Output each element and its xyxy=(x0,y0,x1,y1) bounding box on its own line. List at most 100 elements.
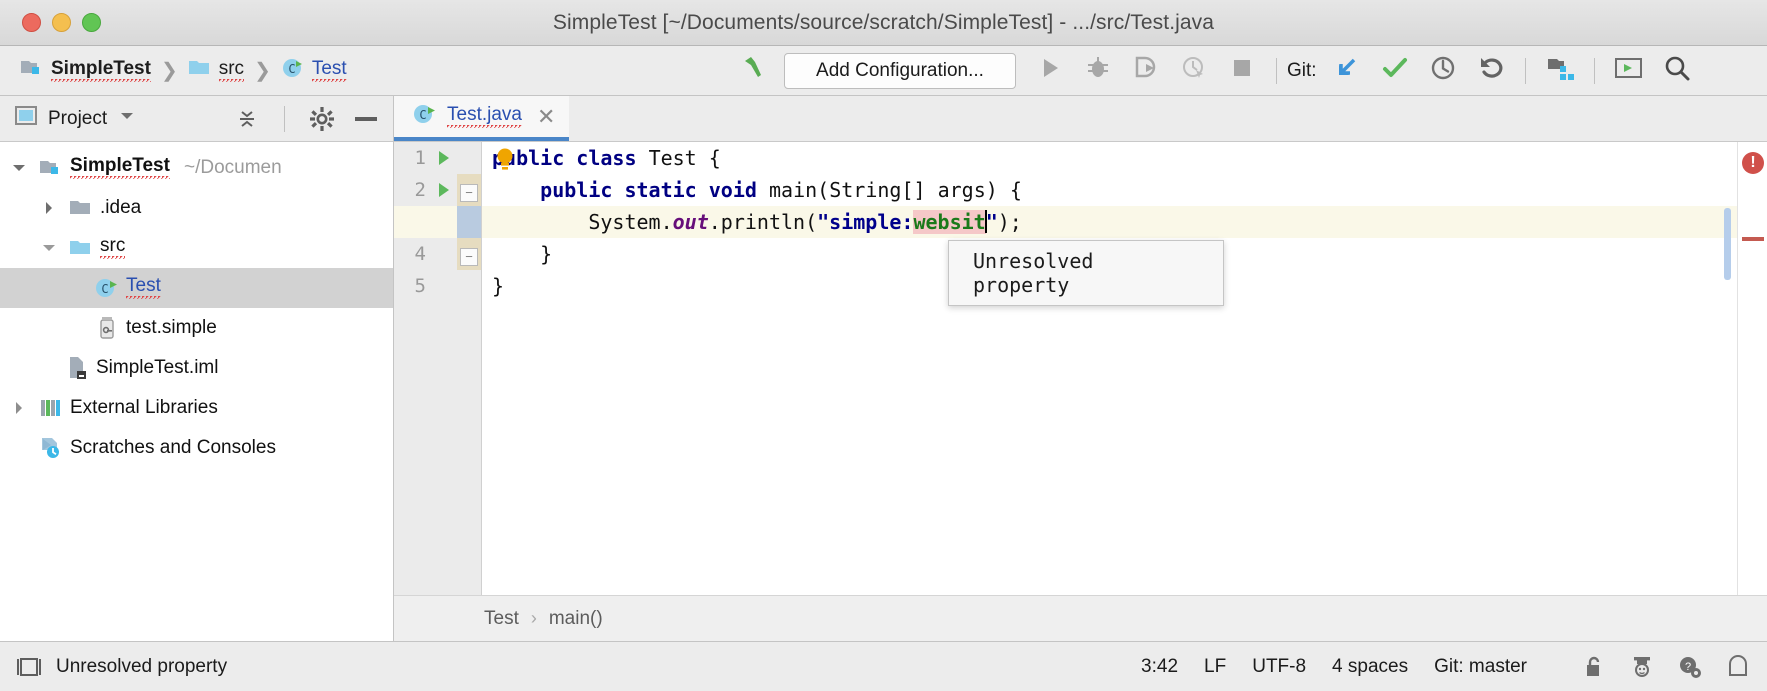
unresolved-property-value: websit xyxy=(913,210,986,234)
run-with-coverage-button[interactable] xyxy=(1122,49,1170,93)
run-configuration-label: Add Configuration... xyxy=(816,59,984,81)
chevron-right-icon[interactable] xyxy=(6,400,32,416)
breadcrumb-separator-icon: › xyxy=(530,608,537,628)
project-panel-title: Project xyxy=(48,107,108,129)
chevron-down-icon[interactable] xyxy=(6,162,32,174)
chevron-right-icon[interactable] xyxy=(36,200,62,216)
close-window-button[interactable] xyxy=(22,13,41,32)
git-commit-button[interactable] xyxy=(1371,49,1419,93)
fold-marker-close[interactable]: − xyxy=(460,248,478,266)
hide-panel-button[interactable] xyxy=(349,104,383,134)
tree-node-idea[interactable]: .idea xyxy=(0,188,393,228)
breadcrumb-item-class[interactable]: C Test xyxy=(277,54,351,87)
editor-breadcrumb: Test › main() xyxy=(394,595,1767,641)
code-line-2: public static void main(String[] args) { xyxy=(482,174,1737,206)
toolbar-divider xyxy=(1276,57,1277,84)
breadcrumb-item-src[interactable]: src xyxy=(184,56,248,86)
collapse-all-button[interactable] xyxy=(230,104,264,134)
event-log-icon[interactable]: ? xyxy=(1677,654,1703,680)
folder-icon xyxy=(66,198,96,218)
lightbulb-icon[interactable] xyxy=(492,144,518,174)
tree-node-iml[interactable]: SimpleTest.iml xyxy=(0,348,393,388)
git-rollback-button[interactable] xyxy=(1467,49,1515,93)
editor-scroll-thumb[interactable] xyxy=(1724,208,1731,280)
breadcrumb-method[interactable]: main() xyxy=(549,608,603,630)
tree-node-external-libraries[interactable]: External Libraries xyxy=(0,388,393,428)
minimize-window-button[interactable] xyxy=(52,13,71,32)
build-button[interactable] xyxy=(730,49,778,93)
search-everywhere-button[interactable] xyxy=(1653,49,1701,93)
line-separator[interactable]: LF xyxy=(1204,656,1226,678)
show-tool-windows-icon[interactable] xyxy=(16,654,42,680)
chevron-down-icon[interactable] xyxy=(117,109,137,128)
editor-tab-test-java[interactable]: C Test.java ✕ xyxy=(394,96,570,141)
project-structure-button[interactable] xyxy=(1536,49,1584,93)
svg-text:?: ? xyxy=(1685,661,1691,673)
close-icon[interactable]: ✕ xyxy=(531,104,555,130)
run-gutter-icon[interactable] xyxy=(430,181,458,199)
file-encoding[interactable]: UTF-8 xyxy=(1252,656,1306,678)
main-content: Project SimpleTest ~/Documen .idea src C… xyxy=(0,96,1767,641)
error-marker-tick[interactable] xyxy=(1742,237,1764,241)
memory-indicator-icon[interactable] xyxy=(1725,654,1751,680)
profiler-button[interactable] xyxy=(1170,49,1218,93)
error-marker-stripe[interactable]: ! xyxy=(1724,142,1767,595)
tree-node-src[interactable]: src xyxy=(0,228,393,268)
run-configuration-selector[interactable]: Add Configuration... xyxy=(784,52,1016,89)
statement-tail: ); xyxy=(997,210,1022,234)
gutter-line-1: 1 xyxy=(394,142,481,174)
iml-file-icon xyxy=(62,355,92,381)
git-branch-widget[interactable]: Git: master xyxy=(1434,656,1527,678)
tree-label-simpletest: SimpleTest xyxy=(70,155,170,181)
caret-position[interactable]: 3:42 xyxy=(1141,656,1178,678)
commit-icon xyxy=(1381,54,1409,87)
hammer-icon xyxy=(739,53,769,88)
code-editor[interactable]: 1 2 3 4 xyxy=(394,142,1767,595)
fold-marker-open[interactable]: − xyxy=(460,184,478,202)
editor-gutter[interactable]: 1 2 3 4 xyxy=(394,142,482,595)
project-panel-header: Project xyxy=(0,96,393,142)
breadcrumb-separator: ❯ xyxy=(254,60,271,82)
chevron-down-icon[interactable] xyxy=(36,242,62,254)
debug-button[interactable] xyxy=(1074,49,1122,93)
update-project-icon xyxy=(1333,54,1361,87)
breadcrumb-item-project[interactable]: SimpleTest xyxy=(16,55,155,86)
run-gutter-icon[interactable] xyxy=(430,149,458,167)
unlocked-icon[interactable] xyxy=(1581,654,1607,680)
error-tooltip: Unresolved property xyxy=(948,240,1224,306)
java-class-icon: C xyxy=(281,56,305,85)
error-badge-icon[interactable]: ! xyxy=(1742,152,1764,174)
breadcrumb-class[interactable]: Test xyxy=(484,608,519,630)
git-history-button[interactable] xyxy=(1419,49,1467,93)
project-settings-button[interactable] xyxy=(305,104,339,134)
run-button[interactable] xyxy=(1026,49,1074,93)
window-title-bar: SimpleTest [~/Documents/source/scratch/S… xyxy=(0,0,1767,46)
main-toolbar: SimpleTest ❯ src ❯ C Test Add Configurat… xyxy=(0,46,1767,96)
terminal-button[interactable] xyxy=(1605,49,1653,93)
editor-tab-bar: C Test.java ✕ xyxy=(394,96,1767,142)
toolbar-divider xyxy=(1524,57,1526,84)
tree-label-test: Test xyxy=(126,275,161,301)
error-tooltip-text: Unresolved property xyxy=(973,249,1094,297)
line-number: 1 xyxy=(414,147,426,169)
tree-node-test-simple[interactable]: test.simple xyxy=(0,308,393,348)
terminal-icon xyxy=(1614,55,1644,86)
tree-label-test-simple: test.simple xyxy=(126,317,217,338)
code-text[interactable]: public class Test { public static void m… xyxy=(482,142,1737,595)
tree-node-scratches[interactable]: Scratches and Consoles xyxy=(0,428,393,468)
tree-label-iml: SimpleTest.iml xyxy=(96,357,219,378)
indent-setting[interactable]: 4 spaces xyxy=(1332,656,1408,678)
closing-brace-class: } xyxy=(492,274,505,298)
breadcrumb-label-project: SimpleTest xyxy=(51,57,151,84)
history-icon xyxy=(1429,54,1457,87)
module-icon xyxy=(20,57,44,84)
git-update-project-button[interactable] xyxy=(1323,49,1371,93)
svg-text:C: C xyxy=(288,62,295,76)
stop-button[interactable] xyxy=(1218,49,1266,93)
tree-node-simpletest[interactable]: SimpleTest ~/Documen xyxy=(0,148,393,188)
tree-label-src: src xyxy=(100,235,126,261)
project-panel-icon xyxy=(14,105,38,132)
hector-icon[interactable] xyxy=(1629,654,1655,680)
tree-node-test[interactable]: C Test xyxy=(0,268,393,308)
zoom-window-button[interactable] xyxy=(82,13,101,32)
